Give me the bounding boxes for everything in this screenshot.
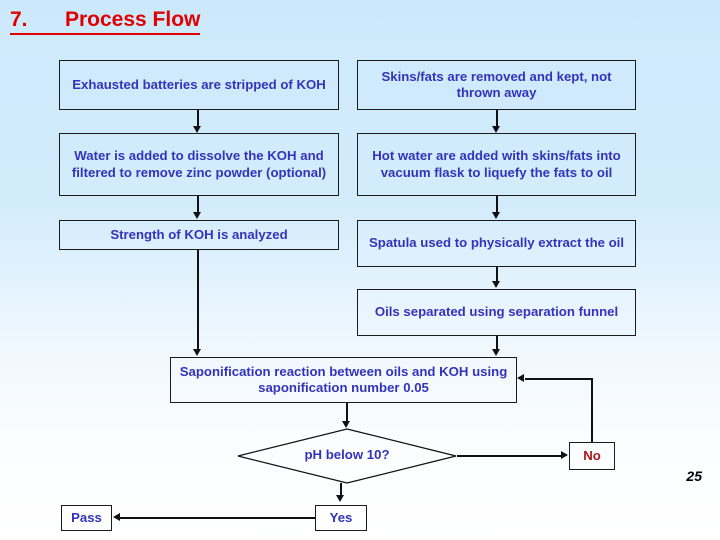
connector-spatula-to-oils	[496, 267, 498, 282]
outcome-box-pass[interactable]: Pass	[61, 505, 112, 531]
decision-label-ph-below-10: pH below 10?	[304, 447, 390, 462]
page-number: 25	[686, 468, 702, 484]
flow-box-strength-koh-analyzed[interactable]: Strength of KOH is analyzed	[59, 220, 339, 250]
slide-title-text: Process Flow	[65, 8, 201, 35]
arrowhead-strength-to-saponification	[193, 349, 201, 356]
arrowhead-exhausted-to-water	[193, 126, 201, 133]
arrowhead-decision-to-yes	[336, 495, 344, 502]
connector-skins-to-hotwater	[496, 110, 498, 127]
flow-box-skins-fats-removed[interactable]: Skins/fats are removed and kept, not thr…	[357, 60, 636, 110]
flow-box-water-added-dissolve[interactable]: Water is added to dissolve the KOH and f…	[59, 133, 339, 196]
arrowhead-skins-to-hotwater	[492, 126, 500, 133]
outcome-box-no[interactable]: No	[569, 442, 615, 470]
arrowhead-saponification-to-decision	[342, 421, 350, 428]
flow-box-oils-separated[interactable]: Oils separated using separation funnel	[357, 289, 636, 336]
slide-title: 7. Process Flow	[10, 8, 201, 35]
connector-hotwater-to-spatula	[496, 196, 498, 213]
arrowhead-water-to-strength	[193, 212, 201, 219]
flow-box-saponification-reaction[interactable]: Saponification reaction between oils and…	[170, 357, 517, 403]
arrowhead-decision-to-no	[561, 451, 568, 459]
outcome-box-yes[interactable]: Yes	[315, 505, 367, 531]
connector-exhausted-to-water	[197, 110, 199, 127]
arrowhead-oils-to-saponification	[492, 349, 500, 356]
connector-yes-to-pass	[120, 517, 315, 519]
arrowhead-no-to-saponification	[517, 374, 524, 382]
slide-canvas: 7. Process Flow Exhausted batteries are s…	[0, 0, 720, 540]
flow-box-spatula-extract-oil[interactable]: Spatula used to physically extract the o…	[357, 220, 636, 267]
arrowhead-spatula-to-oils	[492, 281, 500, 288]
connector-oils-to-saponification	[496, 336, 498, 350]
connector-strength-to-saponification	[197, 250, 199, 350]
arrowhead-hotwater-to-spatula	[492, 212, 500, 219]
slide-title-number: 7.	[10, 8, 65, 35]
connector-no-riser	[591, 379, 593, 442]
arrowhead-yes-to-pass	[113, 513, 120, 521]
connector-water-to-strength	[197, 196, 199, 213]
connector-decision-to-no	[457, 455, 562, 457]
flow-box-hot-water-added[interactable]: Hot water are added with skins/fats into…	[357, 133, 636, 196]
flow-box-exhausted-batteries[interactable]: Exhausted batteries are stripped of KOH	[59, 60, 339, 110]
connector-no-to-saponification	[525, 378, 593, 380]
connector-saponification-to-decision	[346, 403, 348, 422]
